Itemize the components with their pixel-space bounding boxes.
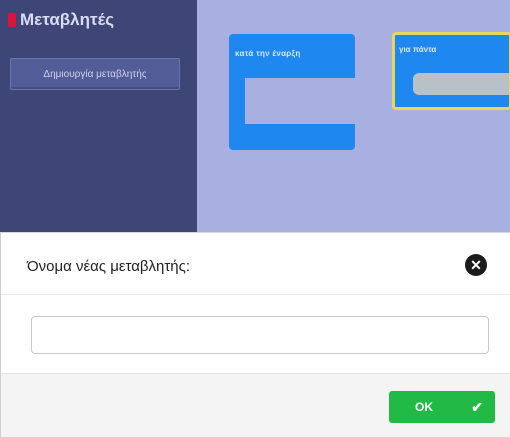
dialog-footer: OK ✔ bbox=[1, 373, 510, 437]
dialog-header: Όνομα νέας μεταβλητής: ✕ bbox=[1, 233, 510, 295]
category-color-icon bbox=[8, 13, 16, 27]
forever-block[interactable]: για πάντα bbox=[392, 32, 510, 110]
checkmark-icon: ✔ bbox=[471, 399, 483, 415]
dialog-title: Όνομα νέας μεταβλητής: bbox=[27, 258, 191, 275]
category-title-label: Μεταβλητές bbox=[20, 10, 115, 29]
create-variable-button[interactable]: Δημιουργία μεταβλητής bbox=[10, 58, 180, 90]
new-variable-dialog: Όνομα νέας μεταβλητής: ✕ OK ✔ bbox=[0, 232, 510, 437]
variable-name-input[interactable] bbox=[31, 316, 489, 354]
ok-button[interactable]: OK ✔ bbox=[389, 391, 495, 423]
on-start-block-bottom bbox=[229, 124, 355, 150]
forever-block-statement-slot bbox=[413, 73, 509, 95]
on-start-block-notch bbox=[253, 78, 275, 86]
on-start-block-label: κατά την έναρξη bbox=[235, 49, 301, 58]
on-start-block-arm bbox=[229, 78, 245, 126]
ok-button-label: OK bbox=[415, 400, 433, 414]
flyout-category-title: Μεταβλητές bbox=[8, 10, 114, 30]
on-start-block[interactable]: κατά την έναρξη bbox=[229, 34, 355, 150]
close-icon[interactable]: ✕ bbox=[465, 254, 487, 276]
forever-block-label: για πάντα bbox=[399, 45, 437, 54]
